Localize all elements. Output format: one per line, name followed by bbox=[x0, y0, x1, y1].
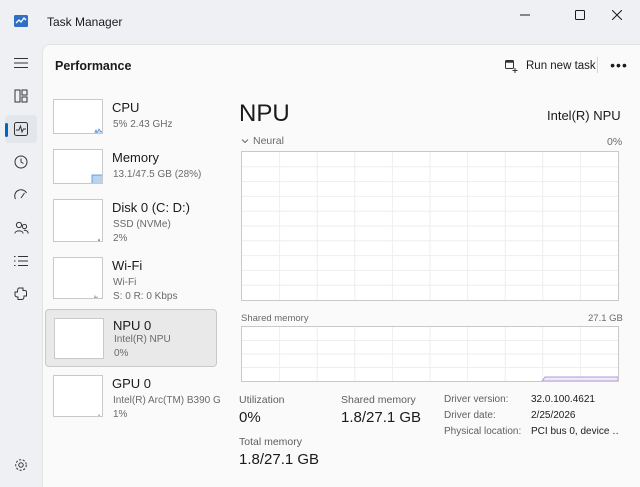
disk-thumbnail-graph bbox=[53, 199, 103, 242]
more-options-button[interactable]: ••• bbox=[608, 55, 630, 75]
close-icon bbox=[612, 10, 622, 20]
physical-location-value: PCI bus 0, device … bbox=[531, 426, 619, 437]
run-new-task-label: Run new task bbox=[526, 60, 596, 72]
resource-usage: 1% bbox=[113, 409, 128, 420]
users-icon bbox=[13, 221, 29, 234]
nav-users[interactable] bbox=[5, 214, 37, 242]
shared-memory-label: Shared memory bbox=[341, 394, 416, 406]
graph-label: Shared memory bbox=[241, 313, 309, 324]
shared-memory-usage-area bbox=[541, 376, 618, 381]
minimize-icon bbox=[520, 14, 530, 16]
run-new-task-button[interactable]: Run new task bbox=[505, 57, 596, 75]
graph-max-label: 27.1 GB bbox=[588, 313, 623, 324]
resource-usage: S: 0 R: 0 Kbps bbox=[113, 291, 178, 302]
page-title: Performance bbox=[55, 59, 132, 73]
nav-processes[interactable] bbox=[5, 82, 37, 110]
driver-version-value: 32.0.100.4621 bbox=[531, 394, 595, 405]
minimize-button[interactable] bbox=[502, 0, 548, 30]
shared-memory-value: 1.8/27.1 GB bbox=[341, 409, 422, 426]
resource-name: Wi-Fi bbox=[112, 258, 143, 273]
toolbar-divider bbox=[597, 57, 598, 73]
memory-thumbnail-graph bbox=[53, 149, 103, 184]
total-memory-value: 1.8/27.1 GB bbox=[239, 451, 320, 468]
startup-apps-icon bbox=[14, 189, 27, 200]
hamburger-icon bbox=[14, 57, 28, 69]
driver-version-label: Driver version: bbox=[444, 394, 509, 405]
performance-icon bbox=[14, 122, 28, 136]
graph-label: Neural bbox=[253, 135, 284, 147]
nav-performance[interactable] bbox=[5, 115, 37, 143]
task-manager-app-icon bbox=[14, 15, 28, 27]
utilization-value: 0% bbox=[239, 409, 261, 426]
resource-usage: 0% bbox=[114, 348, 129, 359]
nav-startup-apps[interactable] bbox=[5, 181, 37, 209]
left-navigation bbox=[0, 44, 42, 487]
resource-gpu-0[interactable]: GPU 0 Intel(R) Arc(TM) B390 G… 1% bbox=[45, 375, 221, 431]
nav-settings[interactable] bbox=[5, 451, 37, 479]
cpu-thumbnail-graph bbox=[53, 99, 103, 134]
hamburger-menu-button[interactable] bbox=[5, 49, 37, 77]
services-icon bbox=[14, 287, 27, 300]
resource-cpu[interactable]: CPU 5% 2.43 GHz bbox=[45, 99, 217, 155]
nav-services[interactable] bbox=[5, 280, 37, 308]
driver-date-value: 2/25/2026 bbox=[531, 410, 576, 421]
physical-location-label: Physical location: bbox=[444, 426, 522, 437]
graph-max-label: 0% bbox=[607, 136, 623, 148]
resource-usage: 2% bbox=[113, 233, 128, 244]
chevron-down-icon bbox=[241, 139, 249, 144]
active-indicator bbox=[5, 123, 8, 137]
close-button[interactable] bbox=[594, 0, 640, 30]
resource-detail: Intel(R) Arc(TM) B390 G… bbox=[113, 395, 221, 406]
title-bar: Task Manager bbox=[0, 0, 640, 44]
utilization-label: Utilization bbox=[239, 394, 285, 406]
total-memory-label: Total memory bbox=[239, 436, 303, 448]
resource-detail: Wi-Fi bbox=[113, 277, 137, 288]
neural-utilization-graph bbox=[241, 151, 619, 301]
maximize-icon bbox=[575, 10, 585, 20]
shared-memory-graph bbox=[241, 326, 619, 382]
resource-name: CPU bbox=[112, 100, 140, 115]
resource-detail: SSD (NVMe) bbox=[113, 219, 171, 230]
resource-disk-0[interactable]: Disk 0 (C: D:) SSD (NVMe) 2% bbox=[45, 199, 217, 255]
resource-name: Disk 0 (C: D:) bbox=[112, 200, 190, 215]
detail-title: NPU bbox=[239, 100, 290, 127]
resource-npu-0[interactable]: NPU 0 Intel(R) NPU 0% bbox=[45, 309, 217, 367]
npu-thumbnail-graph bbox=[54, 318, 104, 359]
graph-selector-neural[interactable]: Neural bbox=[241, 135, 284, 147]
details-icon bbox=[14, 255, 28, 267]
app-history-icon bbox=[14, 155, 28, 169]
resource-name: NPU 0 bbox=[113, 318, 152, 333]
settings-icon bbox=[15, 459, 27, 471]
device-name: Intel(R) NPU bbox=[547, 108, 621, 123]
more-options-icon: ••• bbox=[610, 57, 628, 73]
main-content: Performance Run new task ••• CPU 5% 2.43… bbox=[42, 44, 640, 487]
processes-icon bbox=[14, 89, 28, 103]
window-title: Task Manager bbox=[47, 15, 123, 29]
resource-name: GPU 0 bbox=[112, 376, 152, 391]
nav-app-history[interactable] bbox=[5, 148, 37, 176]
resource-memory[interactable]: Memory 13.1/47.5 GB (28%) bbox=[45, 149, 217, 205]
run-task-icon bbox=[505, 59, 518, 73]
gpu-thumbnail-graph bbox=[53, 375, 103, 417]
resource-detail: Intel(R) NPU bbox=[114, 334, 171, 345]
resource-detail: 5% 2.43 GHz bbox=[113, 119, 173, 130]
driver-date-label: Driver date: bbox=[444, 410, 496, 421]
wifi-thumbnail-graph bbox=[53, 257, 103, 299]
resource-detail: 13.1/47.5 GB (28%) bbox=[113, 169, 202, 180]
resource-wifi[interactable]: Wi-Fi Wi-Fi S: 0 R: 0 Kbps bbox=[45, 257, 217, 313]
nav-details[interactable] bbox=[5, 247, 37, 275]
resource-name: Memory bbox=[112, 150, 159, 165]
